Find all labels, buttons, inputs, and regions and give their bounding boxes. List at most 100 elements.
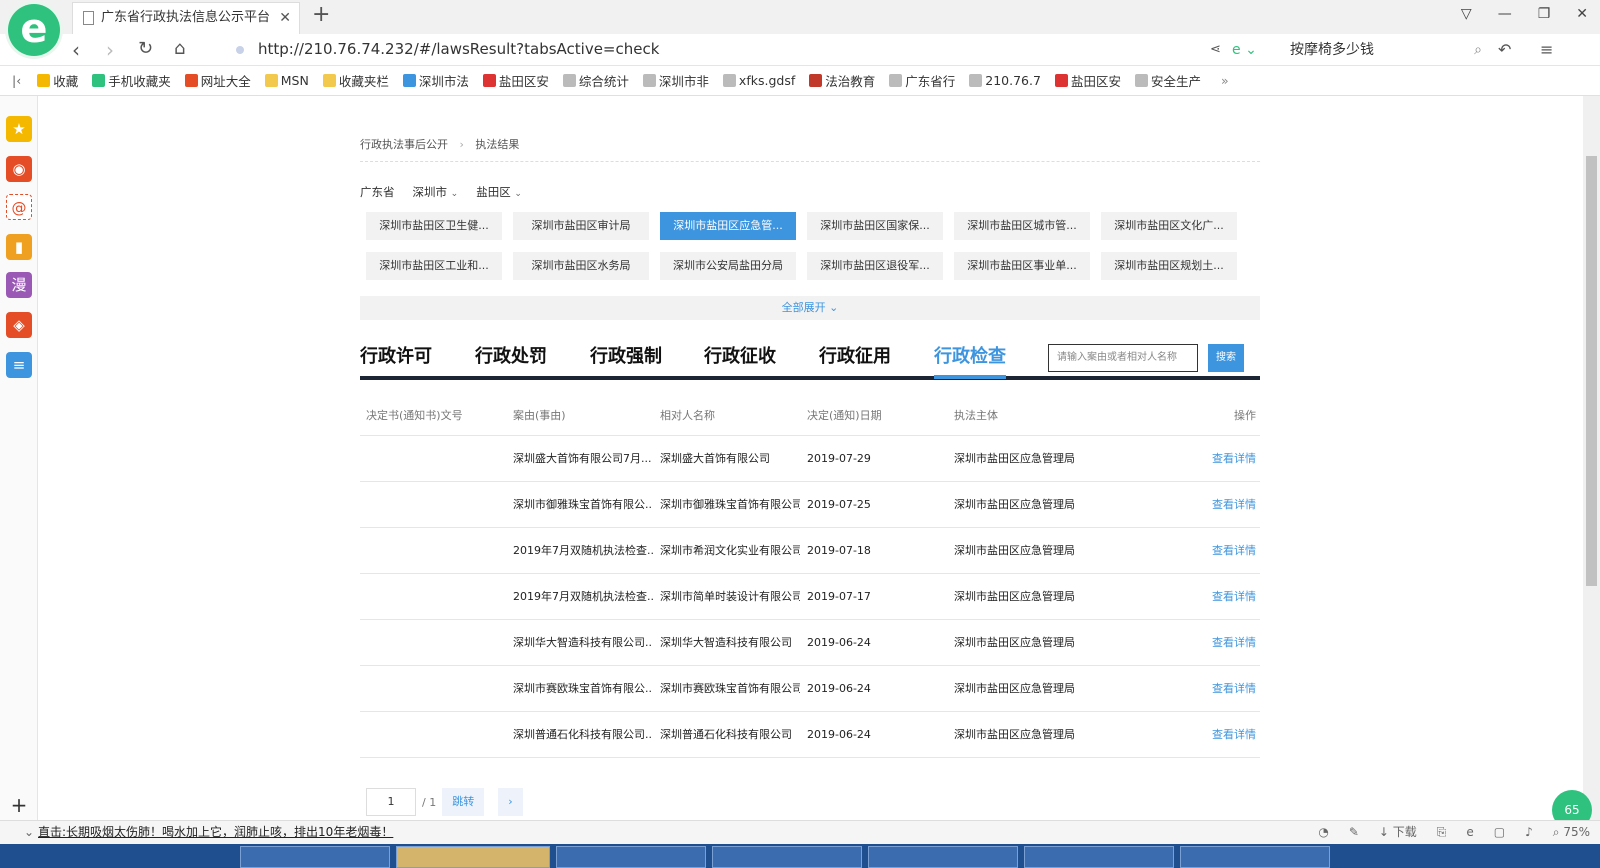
- tab-enforcement[interactable]: 行政强制: [590, 342, 662, 368]
- ie-icon[interactable]: e: [1466, 821, 1473, 843]
- org-item-selected[interactable]: 深圳市盐田区应急管...: [660, 212, 796, 240]
- bookmark-item[interactable]: 深圳市非: [642, 71, 709, 90]
- city-dropdown[interactable]: 深圳市 ⌄: [413, 184, 459, 200]
- reading-icon[interactable]: ▮: [6, 234, 32, 260]
- speed-icon[interactable]: ◔: [1318, 821, 1328, 843]
- browser-search-input[interactable]: 按摩椅多少钱 ⌕: [1290, 38, 1490, 62]
- comic-icon[interactable]: 漫: [6, 272, 32, 298]
- province-label[interactable]: 广东省: [360, 184, 395, 200]
- bookmark-item[interactable]: xfks.gdsf: [722, 71, 795, 90]
- close-window-button[interactable]: ✕: [1576, 6, 1588, 22]
- org-item[interactable]: 深圳市盐田区卫生健...: [366, 212, 502, 240]
- taskbar-item[interactable]: [868, 846, 1018, 868]
- bookmark-item[interactable]: MSN: [264, 71, 309, 90]
- org-item[interactable]: 深圳市盐田区国家保...: [807, 212, 943, 240]
- sound-icon[interactable]: ♪: [1525, 821, 1533, 843]
- case-search-input[interactable]: 请输入案由或者相对人名称: [1048, 344, 1198, 372]
- org-item[interactable]: 深圳市盐田区事业单...: [954, 252, 1090, 280]
- org-item[interactable]: 深圳市公安局盐田分局: [660, 252, 796, 280]
- bookmark-item[interactable]: 盐田区安: [482, 71, 549, 90]
- page-scrollbar[interactable]: [1583, 96, 1600, 820]
- taskbar-item[interactable]: [1180, 846, 1330, 868]
- search-icon[interactable]: ⌕: [1474, 38, 1482, 62]
- org-item[interactable]: 深圳市盐田区水务局: [513, 252, 649, 280]
- bookmark-item[interactable]: 深圳市法: [402, 71, 469, 90]
- taskbar-item[interactable]: [1024, 846, 1174, 868]
- back-button[interactable]: ‹: [72, 38, 80, 62]
- bookmark-item[interactable]: 收藏: [37, 71, 78, 90]
- bookmark-item[interactable]: 广东省行: [889, 71, 955, 90]
- refresh-button[interactable]: ↻: [138, 38, 153, 59]
- jump-button[interactable]: 跳转: [442, 788, 485, 816]
- page-input[interactable]: 1: [366, 788, 416, 816]
- undo-icon[interactable]: ↶: [1498, 40, 1511, 59]
- view-details-link[interactable]: 查看详情: [1176, 666, 1256, 712]
- expand-all-button[interactable]: 全部展开 ⌄: [360, 296, 1260, 320]
- org-item[interactable]: 深圳市盐田区城市管...: [954, 212, 1090, 240]
- breadcrumb-level2[interactable]: 执法结果: [475, 138, 519, 151]
- district-dropdown[interactable]: 盐田区 ⌄: [476, 184, 522, 200]
- view-details-link[interactable]: 查看详情: [1176, 574, 1256, 620]
- bookmark-item[interactable]: 法治教育: [809, 71, 875, 90]
- view-details-link[interactable]: 查看详情: [1176, 528, 1256, 574]
- browser-logo[interactable]: e: [8, 4, 60, 56]
- screenshot-icon[interactable]: ⎘: [1437, 821, 1447, 843]
- notes-icon[interactable]: ≡: [6, 352, 32, 378]
- tab-permit[interactable]: 行政许可: [360, 342, 432, 368]
- view-details-link[interactable]: 查看详情: [1176, 436, 1256, 482]
- tab-requisition[interactable]: 行政征用: [819, 342, 891, 368]
- tab-inspection[interactable]: 行政检查: [934, 342, 1006, 379]
- browser-tab[interactable]: 广东省行政执法信息公示平台 ✕: [72, 2, 300, 34]
- minimize-button[interactable]: —: [1498, 6, 1512, 22]
- favorites-icon[interactable]: ★: [6, 116, 32, 142]
- new-tab-button[interactable]: +: [312, 2, 330, 27]
- tab-levy[interactable]: 行政征收: [704, 342, 776, 368]
- bookmark-item[interactable]: 盐田区安: [1054, 71, 1121, 90]
- bookmark-item[interactable]: 综合统计: [562, 71, 629, 90]
- taskbar-item[interactable]: [396, 846, 550, 868]
- org-item[interactable]: 深圳市盐田区文化广...: [1101, 212, 1237, 240]
- bookmark-item[interactable]: 手机收藏夹: [92, 71, 171, 90]
- taskbar-item[interactable]: [556, 846, 706, 868]
- taskbar-item[interactable]: [240, 846, 390, 868]
- org-item[interactable]: 深圳市盐田区退役军...: [807, 252, 943, 280]
- bookmark-item[interactable]: 210.76.7: [969, 71, 1041, 90]
- taskbar-item[interactable]: [712, 846, 862, 868]
- more-bookmarks-icon[interactable]: »: [1221, 73, 1229, 88]
- news-ticker-link[interactable]: 直击:长期吸烟太伤肺！喝水加上它，润肺止咳，排出10年老烟毒！: [38, 821, 393, 843]
- window-icon[interactable]: ▢: [1494, 821, 1505, 843]
- address-bar[interactable]: http://210.76.74.232/#/lawsResult?tabsAc…: [236, 40, 659, 58]
- bookmark-item[interactable]: 网址大全: [184, 71, 251, 90]
- org-item[interactable]: 深圳市盐田区规划土...: [1101, 252, 1237, 280]
- org-item[interactable]: 深圳市盐田区审计局: [513, 212, 649, 240]
- zoom-control[interactable]: ⌕ 75%: [1553, 821, 1590, 843]
- view-details-link[interactable]: 查看详情: [1176, 712, 1256, 758]
- org-item[interactable]: 深圳市盐田区工业和...: [366, 252, 502, 280]
- forward-button[interactable]: ›: [106, 38, 114, 62]
- download-button[interactable]: ↓ 下载: [1379, 821, 1417, 843]
- view-details-link[interactable]: 查看详情: [1176, 482, 1256, 528]
- bookmark-item[interactable]: 收藏夹栏: [322, 71, 389, 90]
- skin-icon[interactable]: ▽: [1461, 6, 1472, 22]
- chevron-down-icon[interactable]: ⌄: [24, 821, 34, 843]
- engine-icon[interactable]: e ⌄: [1232, 42, 1257, 58]
- breadcrumb-level1[interactable]: 行政执法事后公开: [360, 138, 448, 151]
- search-button[interactable]: 搜索: [1208, 344, 1244, 372]
- bookmark-item[interactable]: 安全生产: [1134, 71, 1201, 90]
- home-button[interactable]: ⌂: [174, 38, 185, 59]
- share-icon[interactable]: ⋖: [1210, 42, 1221, 57]
- security-icon: [236, 46, 244, 54]
- next-page-button[interactable]: ›: [498, 788, 523, 816]
- close-tab-icon[interactable]: ✕: [279, 3, 291, 33]
- email-icon[interactable]: @: [6, 194, 32, 220]
- tab-penalty[interactable]: 行政处罚: [475, 342, 547, 368]
- restore-button[interactable]: ❐: [1538, 6, 1551, 22]
- add-sidebar-icon[interactable]: +: [6, 792, 32, 818]
- game-icon[interactable]: ◈: [6, 312, 32, 338]
- view-details-link[interactable]: 查看详情: [1176, 620, 1256, 666]
- scroll-thumb[interactable]: [1586, 156, 1597, 586]
- collapse-sidebar-icon[interactable]: |‹: [12, 73, 21, 88]
- weibo-icon[interactable]: ◉: [6, 156, 32, 182]
- menu-icon[interactable]: ≡: [1540, 40, 1553, 59]
- pin-icon[interactable]: ✎: [1349, 821, 1359, 843]
